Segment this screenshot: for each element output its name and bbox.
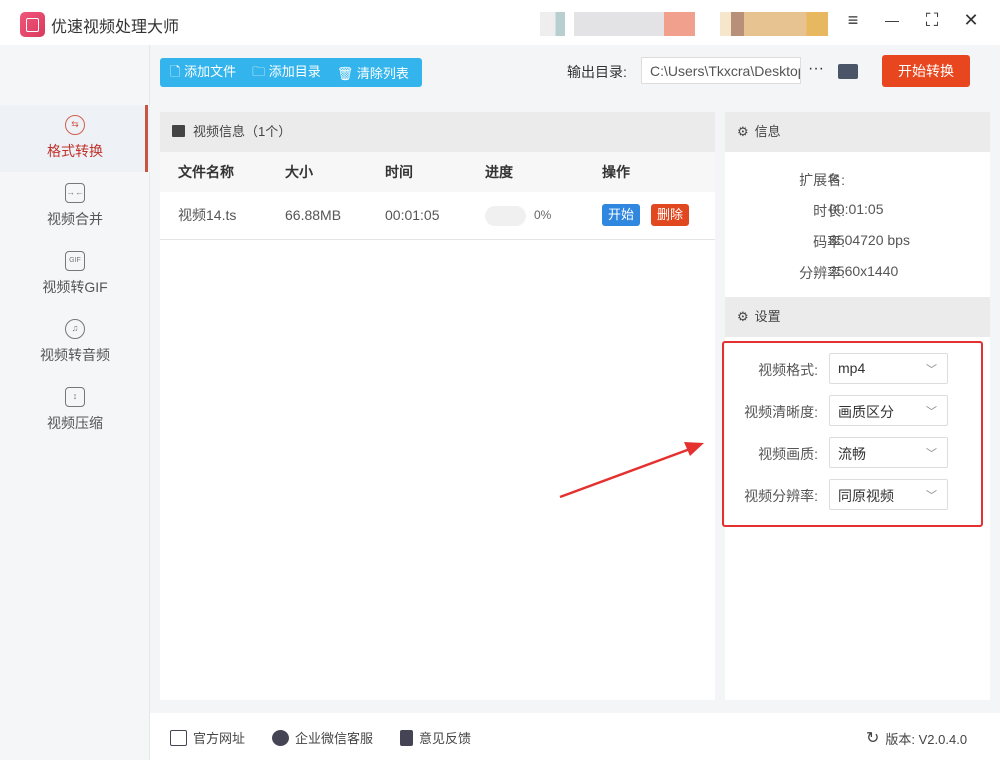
add-folder-label: 添加目录 — [268, 63, 321, 79]
folder-icon[interactable] — [838, 64, 858, 79]
column-header: 操作 — [602, 164, 630, 180]
column-header: 进度 — [485, 164, 513, 180]
sidebar-item-video-merge[interactable]: →← 视频合并 — [0, 173, 150, 240]
feedback-link[interactable]: 意见反馈 — [400, 728, 471, 747]
info-value: ts — [829, 170, 840, 186]
column-header: 文件名称 — [178, 164, 234, 180]
sidebar-item-video-to-audio[interactable]: ♫ 视频转音频 — [0, 309, 150, 376]
clear-list-label: 清除列表 — [356, 66, 409, 81]
version-label: 版本: V2.0.4.0 — [885, 731, 968, 747]
settings-title: 设置 — [754, 309, 781, 324]
table-header: 文件名称 大小 时间 进度 操作 — [160, 152, 715, 192]
image-icon — [172, 125, 185, 137]
audio-icon: ♫ — [65, 319, 85, 339]
start-file-button[interactable]: 开始 — [602, 204, 641, 226]
feedback-icon — [400, 729, 413, 746]
app-logo-icon — [20, 12, 45, 37]
output-dir-input[interactable]: C:\Users\Tkxcra\Desktop — [641, 57, 801, 84]
table-row: 视频14.ts 66.88MB 00:01:05 0% 开始 删除 — [160, 192, 715, 240]
browse-more-button[interactable]: ··· — [808, 60, 824, 78]
info-value: 8504720 bps — [829, 232, 910, 248]
add-file-label: 添加文件 — [184, 63, 237, 79]
wechat-support-link[interactable]: 企业微信客服 — [272, 728, 373, 747]
file-duration: 00:01:05 — [385, 207, 440, 223]
file-size: 66.88MB — [285, 207, 342, 223]
sidebar-item-label: 视频压缩 — [47, 415, 103, 431]
clear-list-button[interactable]: 🗑 清除列表 — [337, 63, 409, 82]
progress-bar — [485, 206, 526, 226]
start-convert-button[interactable]: 开始转换 — [882, 55, 970, 87]
sidebar: ⇆ 格式转换 →← 视频合并 GIF 视频转GIF ♫ 视频转音频 ↕ 视频压缩 — [0, 45, 150, 760]
file-panel-header: 视频信息（1个） — [160, 112, 715, 152]
footer: 官方网址 企业微信客服 意见反馈 ↻ 版本: V2.0.4.0 — [150, 713, 1000, 760]
menu-icon[interactable]: ≡ — [841, 10, 865, 31]
delete-file-button[interactable]: 删除 — [651, 204, 690, 226]
minimize-button[interactable]: — — [880, 12, 904, 28]
info-value: 00:01:05 — [829, 201, 884, 217]
sidebar-item-format-convert[interactable]: ⇆ 格式转换 — [0, 105, 150, 172]
sidebar-item-label: 视频转音频 — [40, 347, 110, 363]
column-header: 时间 — [385, 164, 413, 180]
info-value: 2560x1440 — [829, 263, 899, 279]
compress-icon: ↕ — [65, 387, 85, 407]
info-title: 信息 — [754, 124, 781, 139]
file-panel-title: 视频信息（1个） — [193, 124, 292, 139]
version-info[interactable]: ↻ 版本: V2.0.4.0 — [866, 728, 967, 748]
settings-header: ⚙ 设置 — [725, 297, 990, 337]
convert-icon: ⇆ — [65, 115, 85, 135]
info-header: ⚙ 信息 — [725, 112, 990, 152]
merge-icon: →← — [65, 183, 85, 203]
add-folder-button[interactable]: 🗀 添加目录 — [252, 61, 321, 85]
sidebar-item-label: 格式转换 — [47, 143, 103, 159]
sidebar-item-video-to-gif[interactable]: GIF 视频转GIF — [0, 241, 150, 308]
feedback-label: 意见反馈 — [419, 731, 472, 746]
maximize-button[interactable]: ⛶ — [920, 10, 944, 31]
wechat-icon — [272, 729, 289, 746]
file-name: 视频14.ts — [178, 207, 237, 223]
sidebar-item-label: 视频转GIF — [42, 279, 108, 295]
add-file-button[interactable]: 🗋 添加文件 — [170, 61, 236, 85]
column-header: 大小 — [285, 164, 313, 180]
gear-icon: ⚙ — [737, 124, 749, 139]
website-icon — [170, 729, 187, 746]
refresh-icon: ↻ — [866, 730, 880, 747]
website-label: 官方网址 — [193, 731, 246, 746]
output-dir-label: 输出目录: — [567, 64, 627, 80]
blurred-avatar — [720, 12, 828, 36]
wechat-label: 企业微信客服 — [295, 731, 374, 746]
sidebar-item-label: 视频合并 — [47, 211, 103, 227]
highlight-box — [722, 341, 983, 527]
app-title: 优速视频处理大师 — [51, 19, 180, 36]
sidebar-item-video-compress[interactable]: ↕ 视频压缩 — [0, 377, 150, 444]
progress-text: 0% — [534, 208, 552, 222]
file-list-panel: 视频信息（1个） 文件名称 大小 时间 进度 操作 视频14.ts 66.88M… — [160, 112, 715, 700]
gear-icon: ⚙ — [737, 309, 749, 324]
gif-icon: GIF — [65, 251, 85, 271]
title-bar: 优速视频处理大师 ≡ — ⛶ ✕ — [0, 0, 1000, 45]
file-toolbar: 🗋 添加文件 🗀 添加目录 🗑 清除列表 — [160, 58, 422, 87]
blurred-user-info — [540, 12, 695, 36]
website-link[interactable]: 官方网址 — [170, 728, 245, 747]
close-button[interactable]: ✕ — [959, 10, 983, 31]
